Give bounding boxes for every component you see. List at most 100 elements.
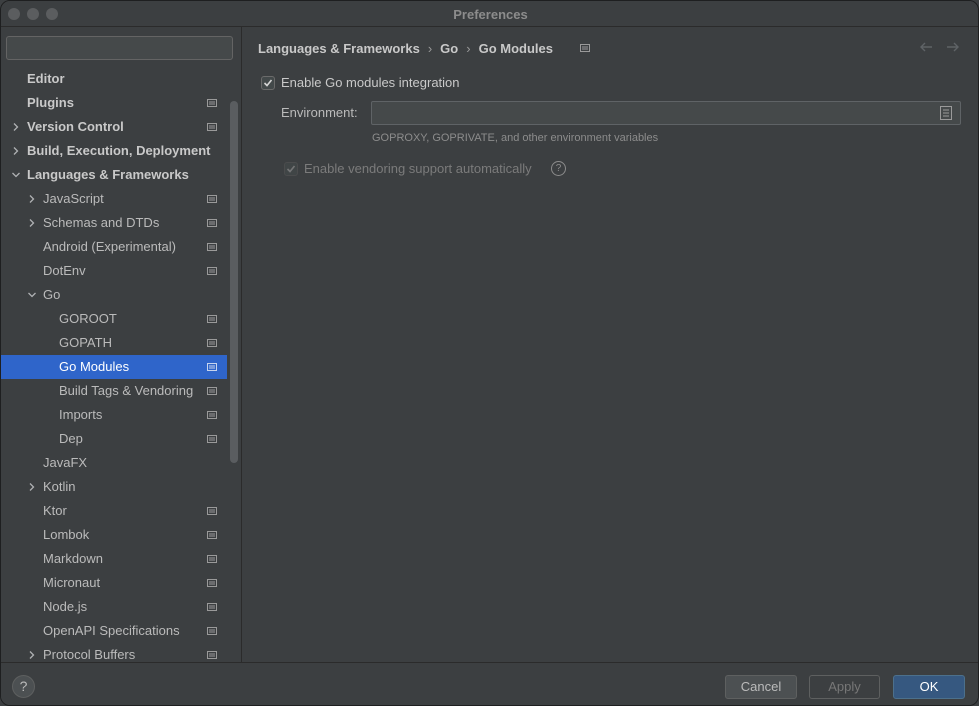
- settings-search-input[interactable]: [6, 36, 233, 60]
- sidebar-item-label: Go: [43, 287, 61, 302]
- chevron-right-icon[interactable]: [27, 218, 37, 228]
- project-settings-icon: [207, 579, 217, 587]
- sidebar-item-go-modules[interactable]: Go Modules: [1, 355, 227, 379]
- enable-vendoring-checkbox: [284, 162, 298, 176]
- project-settings-icon: [207, 219, 217, 227]
- sidebar-item-label: Version Control: [27, 119, 124, 134]
- enable-go-modules-label[interactable]: Enable Go modules integration: [281, 75, 460, 90]
- environment-hint: GOPROXY, GOPRIVATE, and other environmen…: [372, 132, 659, 144]
- sidebar-item-javascript[interactable]: JavaScript: [1, 187, 227, 211]
- browse-icon[interactable]: [940, 106, 952, 120]
- sidebar-item-label: Editor: [27, 71, 65, 86]
- sidebar-item-label: Node.js: [43, 599, 88, 614]
- sidebar-item-label: Protocol Buffers: [43, 647, 136, 662]
- checkmark-icon: [263, 79, 273, 87]
- vendoring-help-icon[interactable]: ?: [551, 161, 566, 176]
- back-arrow-icon[interactable]: [918, 39, 934, 55]
- sidebar-item-label: JavaFX: [43, 455, 88, 470]
- breadcrumb-separator: ›: [466, 41, 471, 56]
- sidebar-item-ktor[interactable]: Ktor: [1, 499, 227, 523]
- sidebar-item-version-control[interactable]: Version Control: [1, 115, 227, 139]
- sidebar-item-protocol-buffers[interactable]: Protocol Buffers: [1, 643, 227, 662]
- sidebar-item-kotlin[interactable]: Kotlin: [1, 475, 227, 499]
- sidebar-item-label: Ktor: [43, 503, 67, 518]
- sidebar-item-go[interactable]: Go: [1, 283, 227, 307]
- project-settings-icon: [207, 243, 217, 251]
- sidebar-item-build-execution-deployment[interactable]: Build, Execution, Deployment: [1, 139, 227, 163]
- forward-arrow-icon[interactable]: [945, 39, 961, 55]
- project-settings-icon: [207, 651, 217, 659]
- sidebar-item-markdown[interactable]: Markdown: [1, 547, 227, 571]
- environment-input[interactable]: [371, 101, 961, 125]
- breadcrumb-item-current: Go Modules: [478, 41, 553, 56]
- sidebar-item-label: Plugins: [27, 95, 74, 110]
- ok-button[interactable]: OK: [893, 675, 965, 699]
- sidebar-item-label: Dep: [59, 431, 83, 446]
- chevron-right-icon[interactable]: [27, 194, 37, 204]
- chevron-right-icon[interactable]: [11, 146, 21, 156]
- sidebar-item-build-tags-vendoring[interactable]: Build Tags & Vendoring: [1, 379, 227, 403]
- preferences-window: Preferences Editor Plugins Version Control…: [0, 0, 979, 706]
- sidebar-item-label: GOPATH: [59, 335, 112, 350]
- project-settings-icon: [207, 315, 217, 323]
- sidebar-item-label: Build, Execution, Deployment: [27, 143, 211, 158]
- sidebar-item-micronaut[interactable]: Micronaut: [1, 571, 227, 595]
- sidebar-item-lombok[interactable]: Lombok: [1, 523, 227, 547]
- project-settings-icon: [207, 507, 217, 515]
- chevron-right-icon[interactable]: [11, 122, 21, 132]
- window-title: Preferences: [453, 7, 528, 22]
- project-settings-icon: [207, 267, 217, 275]
- sidebar-item-gopath[interactable]: GOPATH: [1, 331, 227, 355]
- enable-vendoring-label: Enable vendoring support automatically: [304, 161, 532, 176]
- project-settings-icon: [207, 603, 217, 611]
- sidebar-item-node-js[interactable]: Node.js: [1, 595, 227, 619]
- sidebar-item-schemas-and-dtds[interactable]: Schemas and DTDs: [1, 211, 227, 235]
- breadcrumb-item[interactable]: Go: [440, 41, 458, 56]
- sidebar-item-imports[interactable]: Imports: [1, 403, 227, 427]
- sidebar-item-editor[interactable]: Editor: [1, 67, 227, 91]
- sidebar-item-label: Go Modules: [59, 359, 130, 374]
- sidebar-item-goroot[interactable]: GOROOT: [1, 307, 227, 331]
- settings-sidebar: Editor Plugins Version Control Build, Execu…: [1, 27, 242, 662]
- sidebar-item-label: Lombok: [43, 527, 90, 542]
- project-settings-icon: [207, 411, 217, 419]
- project-settings-icon: [580, 44, 590, 52]
- project-settings-icon: [207, 363, 217, 371]
- settings-content: Languages & Frameworks › Go › Go Modules Ena…: [243, 27, 978, 662]
- sidebar-item-label: Build Tags & Vendoring: [59, 383, 194, 398]
- sidebar-item-dotenv[interactable]: DotEnv: [1, 259, 227, 283]
- sidebar-item-label: DotEnv: [43, 263, 86, 278]
- help-button[interactable]: ?: [12, 675, 35, 698]
- breadcrumb: Languages & Frameworks › Go › Go Modules: [258, 41, 553, 59]
- chevron-right-icon[interactable]: [27, 650, 37, 660]
- sidebar-item-openapi-specifications[interactable]: OpenAPI Specifications: [1, 619, 227, 643]
- sidebar-item-dep[interactable]: Dep: [1, 427, 227, 451]
- sidebar-item-javafx[interactable]: JavaFX: [1, 451, 227, 475]
- sidebar-item-label: GOROOT: [59, 311, 117, 326]
- sidebar-item-label: Schemas and DTDs: [43, 215, 160, 230]
- cancel-button[interactable]: Cancel: [725, 675, 797, 699]
- project-settings-icon: [207, 339, 217, 347]
- sidebar-item-android-experimental[interactable]: Android (Experimental): [1, 235, 227, 259]
- breadcrumb-separator: ›: [427, 41, 433, 56]
- chevron-down-icon[interactable]: [27, 290, 37, 300]
- project-settings-icon: [207, 195, 217, 203]
- sidebar-scrollbar[interactable]: [230, 101, 238, 463]
- sidebar-item-label: Android (Experimental): [43, 239, 176, 254]
- sidebar-item-label: Languages & Frameworks: [27, 167, 189, 182]
- project-settings-icon: [207, 387, 217, 395]
- breadcrumb-item[interactable]: Languages & Frameworks: [258, 41, 420, 56]
- chevron-down-icon[interactable]: [11, 170, 21, 180]
- project-settings-icon: [207, 531, 217, 539]
- project-settings-icon: [207, 435, 217, 443]
- project-settings-icon: [207, 123, 217, 131]
- project-settings-icon: [207, 555, 217, 563]
- sidebar-item-plugins[interactable]: Plugins: [1, 91, 227, 115]
- enable-go-modules-checkbox[interactable]: [261, 76, 275, 90]
- chevron-right-icon[interactable]: [27, 482, 37, 492]
- sidebar-item-label: Imports: [59, 407, 103, 422]
- sidebar-item-label: OpenAPI Specifications: [43, 623, 180, 638]
- apply-button[interactable]: Apply: [809, 675, 880, 699]
- sidebar-item-languages-frameworks[interactable]: Languages & Frameworks: [1, 163, 227, 187]
- sidebar-item-label: JavaScript: [43, 191, 104, 206]
